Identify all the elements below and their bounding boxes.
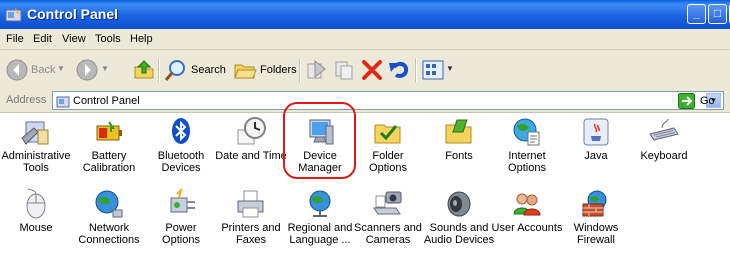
java-icon bbox=[583, 118, 609, 146]
views-button[interactable]: ▼ bbox=[422, 50, 456, 90]
internet-options-icon bbox=[513, 118, 540, 146]
device-manager-highlight bbox=[283, 102, 356, 179]
windows-firewall-item[interactable]: Windows Firewall bbox=[560, 188, 632, 246]
menu-view[interactable]: View bbox=[62, 33, 86, 45]
search-label: Search bbox=[191, 64, 226, 76]
globe-icon bbox=[309, 190, 331, 217]
internet-options-item[interactable]: Internet Options bbox=[491, 116, 563, 174]
item-label: Printers and Faxes bbox=[221, 222, 281, 246]
item-label: Internet Options bbox=[508, 150, 546, 174]
search-button[interactable]: Search bbox=[164, 50, 226, 90]
item-label: Battery Calibration bbox=[82, 150, 136, 174]
folders-button[interactable]: Folders bbox=[233, 50, 297, 90]
speaker-icon bbox=[447, 191, 471, 217]
users-icon bbox=[513, 193, 541, 216]
address-field[interactable]: Control Panel ▼ bbox=[52, 91, 724, 110]
folder-check-icon bbox=[374, 124, 401, 144]
menu-edit[interactable]: Edit bbox=[33, 33, 52, 45]
back-label: Back bbox=[31, 64, 56, 76]
item-label: Sounds and Audio Devices bbox=[423, 222, 495, 246]
power-plug-icon bbox=[170, 188, 195, 213]
keyboard-icon bbox=[649, 118, 679, 141]
date-and-time-item[interactable]: Date and Time bbox=[215, 116, 287, 162]
move-to-icon[interactable] bbox=[305, 59, 327, 81]
clock-icon bbox=[237, 117, 266, 145]
toolbar: Back ▼ ▼ Search Folders ▼ bbox=[0, 50, 730, 91]
mouse-item[interactable]: Mouse bbox=[0, 188, 72, 234]
item-label: Fonts bbox=[445, 150, 473, 162]
delete-icon[interactable] bbox=[361, 59, 383, 81]
minimize-button[interactable]: _ bbox=[687, 4, 706, 24]
java-item[interactable]: Java bbox=[560, 116, 632, 162]
battery-calibration-item[interactable]: Battery Calibration bbox=[73, 116, 145, 174]
title-bar[interactable]: Control Panel _ □ ✕ bbox=[0, 0, 730, 29]
forward-dropdown-icon[interactable]: ▼ bbox=[101, 64, 109, 73]
scanners-and-cameras-item[interactable]: Scanners and Cameras bbox=[352, 188, 424, 246]
menu-tools[interactable]: Tools bbox=[95, 33, 121, 45]
regional-and-language-item[interactable]: Regional and Language ... bbox=[284, 188, 356, 246]
address-value: Control Panel bbox=[73, 95, 140, 107]
fonts-folder-icon bbox=[445, 119, 472, 144]
window-title: Control Panel bbox=[27, 6, 119, 22]
folders-label: Folders bbox=[260, 64, 297, 76]
administrative-tools-icon bbox=[21, 121, 49, 145]
item-label: Keyboard bbox=[640, 150, 688, 162]
item-label: Network Connections bbox=[78, 222, 140, 246]
item-label: Power Options bbox=[162, 222, 200, 246]
control-panel-small-icon bbox=[56, 96, 70, 108]
keyboard-item[interactable]: Keyboard bbox=[628, 116, 700, 162]
item-label: Java bbox=[584, 150, 608, 162]
views-dropdown-icon: ▼ bbox=[446, 64, 454, 73]
forward-button[interactable]: ▼ bbox=[76, 50, 110, 90]
item-label: Folder Options bbox=[369, 150, 407, 174]
search-icon bbox=[164, 60, 185, 81]
back-button[interactable]: Back ▼ bbox=[6, 50, 68, 90]
go-label[interactable]: Go bbox=[700, 95, 715, 107]
address-bar: Address Control Panel ▼ Go bbox=[0, 90, 730, 113]
menu-file[interactable]: File bbox=[6, 33, 24, 45]
power-options-item[interactable]: Power Options bbox=[145, 188, 217, 246]
item-label: Bluetooth Devices bbox=[157, 150, 205, 174]
sounds-and-audio-item[interactable]: Sounds and Audio Devices bbox=[423, 188, 495, 246]
address-label: Address bbox=[6, 94, 47, 106]
administrative-tools-item[interactable]: Administrative Tools bbox=[0, 116, 72, 174]
back-dropdown-icon[interactable]: ▼ bbox=[57, 64, 65, 73]
views-icon bbox=[422, 60, 444, 80]
mouse-icon bbox=[26, 188, 46, 219]
forward-arrow-icon bbox=[76, 59, 98, 81]
network-globe-icon bbox=[95, 190, 123, 218]
maximize-button[interactable]: □ bbox=[708, 4, 727, 24]
menu-help[interactable]: Help bbox=[130, 33, 153, 45]
bluetooth-devices-item[interactable]: Bluetooth Devices bbox=[145, 116, 217, 174]
firewall-icon bbox=[582, 190, 607, 217]
item-label: Date and Time bbox=[215, 150, 287, 162]
menu-bar: File Edit View Tools Help bbox=[0, 29, 730, 73]
up-folder-icon[interactable] bbox=[133, 59, 155, 81]
item-label: Windows Firewall bbox=[573, 222, 619, 246]
scanner-camera-icon bbox=[373, 191, 402, 215]
control-panel-icon bbox=[5, 8, 22, 22]
back-arrow-icon bbox=[6, 59, 28, 81]
printer-icon bbox=[237, 190, 264, 218]
item-label: Administrative Tools bbox=[1, 150, 71, 174]
go-arrow-icon[interactable] bbox=[678, 93, 695, 109]
undo-icon[interactable] bbox=[388, 59, 410, 81]
battery-icon bbox=[96, 121, 122, 141]
item-label: Mouse bbox=[19, 222, 53, 234]
bluetooth-icon bbox=[172, 118, 190, 144]
copy-to-icon[interactable] bbox=[333, 59, 355, 81]
network-connections-item[interactable]: Network Connections bbox=[73, 188, 145, 246]
printers-and-faxes-item[interactable]: Printers and Faxes bbox=[215, 188, 287, 246]
user-accounts-item[interactable]: User Accounts bbox=[491, 188, 563, 234]
folders-icon bbox=[234, 64, 257, 79]
folder-options-item[interactable]: Folder Options bbox=[352, 116, 424, 174]
fonts-item[interactable]: Fonts bbox=[423, 116, 495, 162]
item-label: Regional and Language ... bbox=[287, 222, 353, 246]
item-label: User Accounts bbox=[491, 222, 563, 234]
item-label: Scanners and Cameras bbox=[354, 222, 422, 246]
